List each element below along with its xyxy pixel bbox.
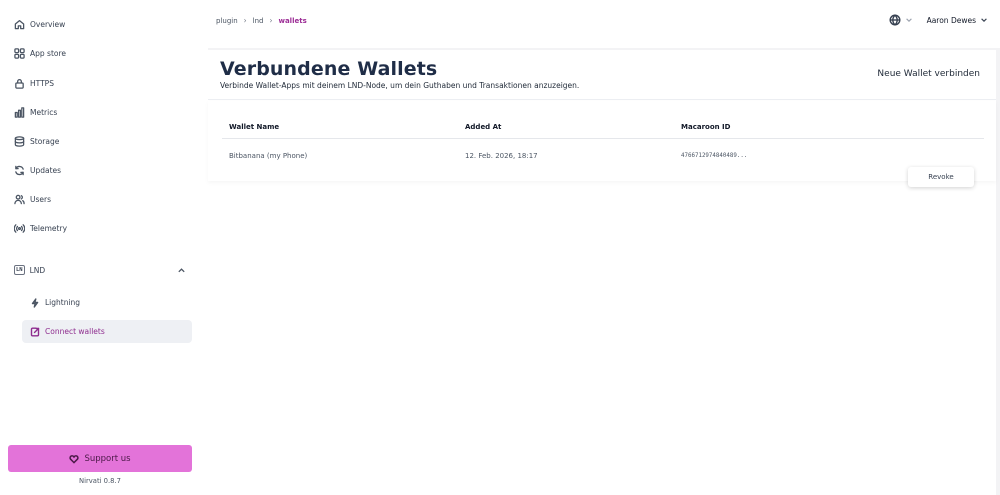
- refresh-icon: [15, 165, 24, 175]
- sidebar: Overview App store HTTPS Metrics Storage…: [0, 0, 208, 495]
- sidebar-item-app-store[interactable]: App store: [14, 44, 66, 62]
- sidebar-item-label: App store: [30, 48, 67, 58]
- sidebar-item-telemetry[interactable]: Telemetry: [14, 219, 67, 237]
- column-header-macaroon-id: Macaroon ID: [681, 123, 731, 131]
- home-icon: [14, 19, 25, 29]
- top-bar: plugin › lnd › wallets Aaron Dewes: [208, 0, 1000, 48]
- lnd-logo-icon: LN: [14, 265, 25, 275]
- sidebar-subitem-label: Connect wallets: [45, 327, 105, 336]
- column-header-added-at: Added At: [465, 123, 502, 131]
- bar-chart-icon: [14, 106, 25, 118]
- sidebar-item-label: Metrics: [30, 107, 58, 117]
- sidebar-item-users[interactable]: Users: [14, 190, 51, 208]
- sidebar-item-label: Telemetry: [30, 223, 68, 233]
- lock-icon: [15, 78, 24, 89]
- wallet-connect-icon: [30, 327, 40, 336]
- sidebar-item-label: Updates: [30, 165, 62, 175]
- lightning-icon: [31, 297, 39, 308]
- chevron-down-icon[interactable]: [980, 16, 988, 24]
- sidebar-item-label: Overview: [30, 19, 66, 29]
- support-us-button[interactable]: Support us: [8, 445, 192, 472]
- top-right-controls: Aaron Dewes: [889, 14, 988, 26]
- chevron-up-icon[interactable]: [177, 266, 186, 275]
- breadcrumb-item[interactable]: plugin: [216, 17, 238, 25]
- users-icon: [14, 194, 25, 204]
- sidebar-item-label: Users: [30, 194, 52, 204]
- breadcrumb-item[interactable]: lnd: [253, 17, 264, 25]
- sidebar-item-https[interactable]: HTTPS: [14, 74, 54, 92]
- column-header-wallet-name: Wallet Name: [229, 123, 280, 131]
- revoke-button[interactable]: Revoke: [908, 167, 974, 187]
- chevron-right-icon: ›: [269, 16, 273, 25]
- broadcast-icon: [14, 223, 25, 233]
- wallets-table: Wallet Name Added At Macaroon ID Bitbana…: [208, 101, 996, 181]
- sidebar-subitem-connect-wallets[interactable]: Connect wallets: [22, 320, 192, 343]
- cell-macaroon-id: 4766712974840489...: [681, 153, 748, 159]
- grid-icon: [14, 47, 25, 59]
- sidebar-item-metrics[interactable]: Metrics: [14, 103, 57, 121]
- sidebar-subitem-label: Lightning: [45, 298, 81, 307]
- app-version: Nirvati 0.8.7: [79, 477, 121, 485]
- table-header-divider: [222, 138, 984, 139]
- sidebar-item-updates[interactable]: Updates: [14, 161, 61, 179]
- heart-icon: [69, 454, 80, 464]
- sidebar-plugin-label: LND: [29, 265, 46, 275]
- sidebar-subitem-lightning[interactable]: Lightning: [22, 291, 192, 314]
- page-title: Verbundene Wallets: [220, 58, 438, 80]
- page-header: Verbundene Wallets Verbinde Wallet-Apps …: [208, 50, 996, 100]
- breadcrumb-current: wallets: [278, 16, 307, 25]
- database-icon: [14, 135, 25, 147]
- page-subtitle: Verbinde Wallet-Apps mit deinem LND-Node…: [220, 81, 580, 90]
- cell-added-at: 12. Feb. 2026, 18:17: [465, 152, 538, 160]
- chevron-down-icon[interactable]: [905, 16, 913, 24]
- sidebar-item-label: Storage: [30, 136, 60, 146]
- sidebar-plugin-lnd[interactable]: LN LND: [14, 262, 186, 278]
- sidebar-item-label: HTTPS: [30, 78, 54, 88]
- support-us-label: Support us: [84, 453, 131, 464]
- cell-wallet-name: Bitbanana (my Phone): [229, 152, 308, 160]
- main-content: Verbundene Wallets Verbinde Wallet-Apps …: [208, 50, 996, 495]
- user-menu[interactable]: Aaron Dewes: [927, 16, 976, 25]
- chevron-right-icon: ›: [243, 16, 247, 25]
- sidebar-item-overview[interactable]: Overview: [14, 15, 65, 33]
- globe-icon[interactable]: [889, 14, 901, 26]
- breadcrumb: plugin › lnd › wallets: [216, 16, 307, 25]
- sidebar-item-storage[interactable]: Storage: [14, 132, 59, 150]
- connect-new-wallet-button[interactable]: Neue Wallet verbinden: [877, 69, 980, 79]
